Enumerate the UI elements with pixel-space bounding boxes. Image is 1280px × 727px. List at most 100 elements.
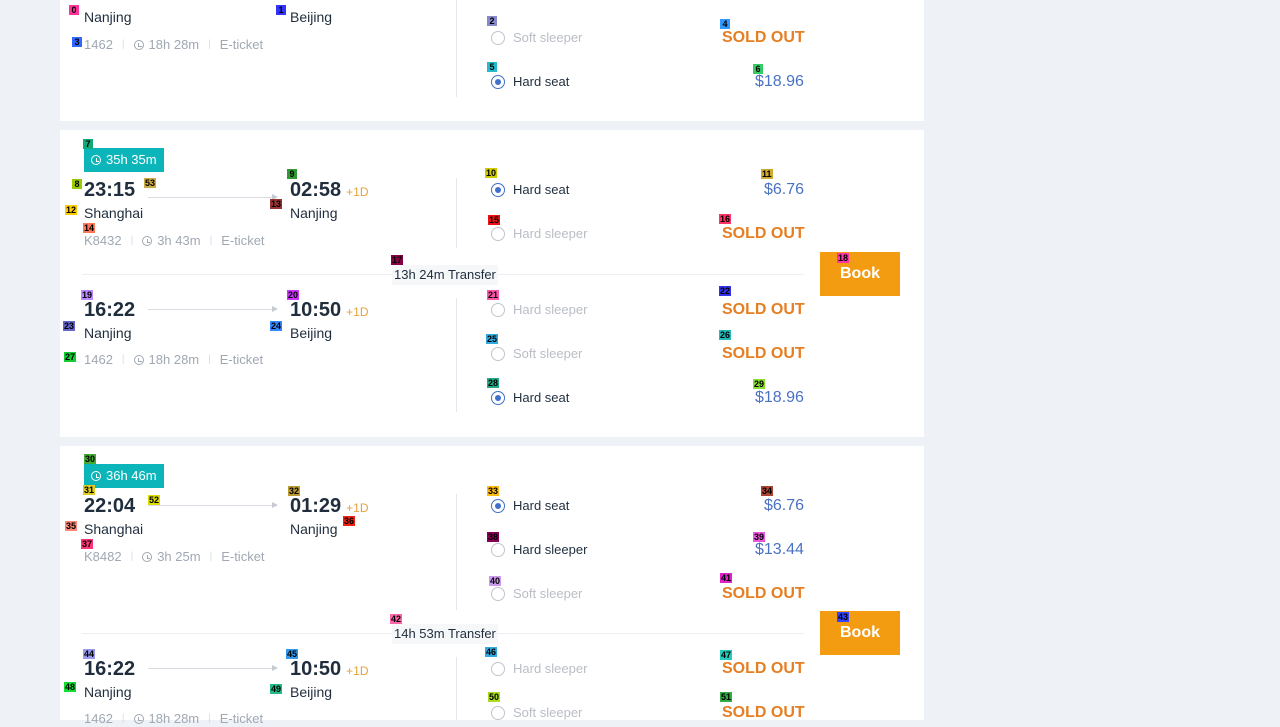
arrow-right-icon <box>272 306 278 312</box>
annotation-tag: 53 <box>144 178 157 188</box>
arrive-time: 01:29 +1D <box>290 494 369 520</box>
sold-out-label: SOLD OUT <box>722 660 805 677</box>
arrive-city: Beijing <box>290 9 333 25</box>
sold-out-label: SOLD OUT <box>722 704 805 721</box>
radio-icon <box>491 347 505 361</box>
seat-option-hard-sleeper[interactable]: Hard sleeper <box>488 539 592 561</box>
seat-class-label: Soft sleeper <box>513 586 583 601</box>
separator: | <box>208 354 211 365</box>
seat-class-label: Soft sleeper <box>513 346 583 361</box>
annotation-tag: 18 <box>837 253 850 263</box>
annotation-tag: 10 <box>485 168 498 178</box>
ticket-type: E-ticket <box>221 549 265 564</box>
annotation-tag: 48 <box>64 682 77 692</box>
radio-selected-icon <box>491 183 505 197</box>
seat-option-soft-sleeper[interactable]: Soft sleeper <box>488 702 587 724</box>
arrive-city: Nanjing <box>290 521 338 537</box>
book-button-label: Book <box>840 265 880 282</box>
arrive-time-value: 01:29 <box>290 495 342 517</box>
clock-icon <box>133 40 144 50</box>
annotation-tag: 47 <box>720 650 733 660</box>
annotation-tag: 42 <box>390 614 403 624</box>
depart-city: Shanghai <box>84 205 144 221</box>
depart-city: Nanjing <box>84 9 132 25</box>
day-offset: +1D <box>346 501 369 515</box>
seat-option-hard-seat[interactable]: Hard seat <box>488 495 574 517</box>
annotation-tag: 15 <box>488 215 501 225</box>
ticket-type: E-ticket <box>221 233 265 248</box>
sold-out-label: SOLD OUT <box>722 225 805 242</box>
seat-option-soft-sleeper[interactable]: Soft sleeper <box>488 343 587 365</box>
annotation-tag: 43 <box>837 612 850 622</box>
book-button[interactable]: Book <box>820 252 900 296</box>
radio-selected-icon <box>491 499 505 513</box>
annotation-tag: 7 <box>83 139 93 149</box>
divider <box>456 0 457 97</box>
annotation-tag: 30 <box>84 454 97 464</box>
seat-option-hard-sleeper[interactable]: Hard sleeper <box>488 223 592 245</box>
leg-duration: 18h 28m <box>148 37 200 52</box>
seat-class-label: Hard seat <box>513 498 570 513</box>
seat-price: $18.96 <box>755 389 804 406</box>
annotation-tag: 40 <box>489 576 502 586</box>
transfer-time: 13h 24m Transfer <box>392 265 498 285</box>
separator: | <box>209 235 213 246</box>
seat-price: $6.76 <box>764 497 805 514</box>
radio-icon <box>491 662 505 676</box>
train-number: K8482 <box>84 549 122 564</box>
seat-option-hard-seat[interactable]: Hard seat <box>488 179 574 201</box>
seat-option-hard-seat[interactable]: Hard seat <box>488 387 574 409</box>
clock-icon <box>133 714 144 724</box>
divider <box>456 298 457 412</box>
annotation-tag: 31 <box>83 485 96 495</box>
seat-option-hard-sleeper[interactable]: Hard sleeper <box>488 299 592 321</box>
arrive-city: Beijing <box>290 684 333 700</box>
annotation-tag: 12 <box>65 205 78 215</box>
train-meta: 1462 | 18h 28m | E-ticket <box>84 711 263 727</box>
seat-class-label: Hard sleeper <box>513 542 588 557</box>
arrow-right-icon <box>272 665 278 671</box>
annotation-tag: 37 <box>81 539 94 549</box>
annotation-tag: 20 <box>287 290 300 300</box>
total-duration-badge: 35h 35m <box>84 148 164 172</box>
annotation-tag: 28 <box>487 378 500 388</box>
arrive-time: 10:50 +1D <box>290 298 369 324</box>
annotation-tag: 0 <box>69 5 79 15</box>
radio-icon <box>491 227 505 241</box>
clock-icon <box>91 155 101 165</box>
separator: | <box>209 551 213 562</box>
divider <box>456 657 457 720</box>
annotation-tag: 51 <box>720 692 733 702</box>
seat-option-soft-sleeper[interactable]: Soft sleeper <box>488 27 587 49</box>
day-offset: +1D <box>346 185 369 199</box>
depart-time: 22:04 <box>84 495 136 517</box>
arrive-time-value: 10:50 <box>290 299 342 321</box>
depart-time: 16:22 <box>84 299 136 321</box>
seat-option-hard-sleeper[interactable]: Hard sleeper <box>488 658 592 680</box>
separator: | <box>208 713 211 724</box>
route-line <box>148 309 272 310</box>
annotation-tag: 16 <box>719 214 732 224</box>
annotation-tag: 49 <box>270 684 283 694</box>
separator: | <box>121 713 125 724</box>
seat-class-label: Soft sleeper <box>513 705 583 720</box>
seat-option-hard-seat[interactable]: Hard seat <box>488 71 574 93</box>
separator: | <box>208 39 211 50</box>
sold-out-label: SOLD OUT <box>722 585 805 602</box>
total-duration-badge: 36h 46m <box>84 464 164 488</box>
book-button[interactable]: Book <box>820 611 900 655</box>
annotation-tag: 35 <box>65 521 78 531</box>
seat-class-label: Hard seat <box>513 390 570 405</box>
leg-duration: 18h 28m <box>148 352 200 367</box>
annotation-tag: 19 <box>81 290 94 300</box>
seat-class-label: Hard seat <box>513 74 570 89</box>
ticket-type: E-ticket <box>219 352 264 367</box>
seat-price: $13.44 <box>755 541 804 558</box>
train-number: 1462 <box>84 37 113 52</box>
separator: | <box>121 354 125 365</box>
radio-selected-icon <box>491 75 505 89</box>
annotation-tag: 36 <box>343 516 356 526</box>
seat-option-soft-sleeper[interactable]: Soft sleeper <box>488 583 587 605</box>
train-meta: 1462 | 18h 28m | E-ticket <box>84 352 263 368</box>
seat-price: $18.96 <box>755 73 804 90</box>
